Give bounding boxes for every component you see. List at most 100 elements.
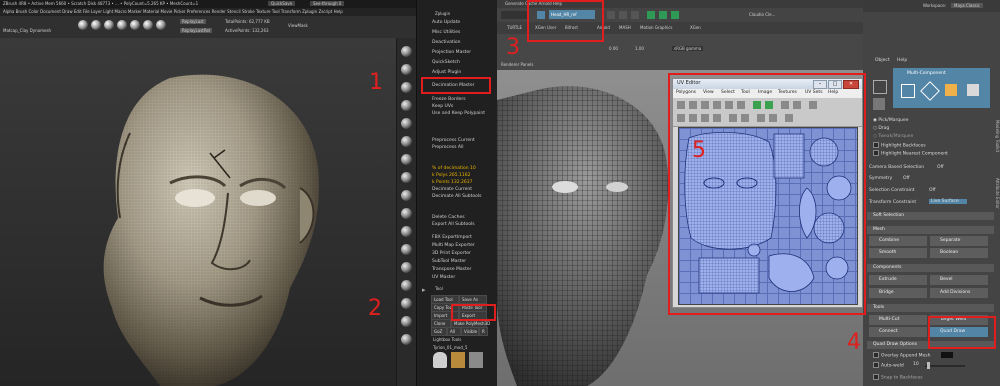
- plugin-item[interactable]: Delete Caches: [432, 215, 465, 220]
- aahalf-icon[interactable]: [401, 100, 412, 111]
- mode-set-dropdown[interactable]: Modeling: [501, 11, 529, 27]
- zplugin-header[interactable]: Zplugin: [435, 11, 450, 16]
- shelf-tab-xgen[interactable]: XGen: [690, 25, 701, 30]
- plugin-item[interactable]: FBX ExportImport: [432, 235, 472, 240]
- xyz-icon[interactable]: [401, 172, 412, 183]
- drag-option[interactable]: ○ Drag: [873, 126, 889, 131]
- snap-backfaces-checkbox[interactable]: Snap to Backfaces: [873, 374, 923, 381]
- plugin-item[interactable]: Multi Map Exporter: [432, 243, 475, 248]
- plugin-item[interactable]: Transpose Master: [432, 267, 471, 272]
- scale-icon[interactable]: [401, 226, 412, 237]
- transp-icon[interactable]: [401, 280, 412, 291]
- frame-icon[interactable]: [401, 190, 412, 201]
- auto-weld-slider-handle[interactable]: [927, 362, 930, 369]
- plugin-item[interactable]: Projection Master: [432, 50, 471, 55]
- see-through-slider[interactable]: See-through 0: [310, 1, 345, 6]
- shelf-tab-motion-graphics[interactable]: Motion Graphics: [640, 25, 673, 30]
- add-divisions-button[interactable]: Add Divisions: [930, 288, 988, 298]
- soft-selection-section[interactable]: Soft Selection: [867, 212, 994, 220]
- material-sphere-icon[interactable]: [156, 20, 166, 30]
- snap-curve-icon[interactable]: [619, 11, 627, 19]
- plugin-item[interactable]: Freeze Borders: [432, 97, 466, 102]
- solo-icon[interactable]: [401, 298, 412, 309]
- r-button[interactable]: R: [479, 327, 488, 336]
- plugin-item[interactable]: k Points 132.2637: [432, 180, 472, 185]
- tools-section[interactable]: Tools: [867, 304, 994, 312]
- shelf-tab-mash[interactable]: MASH: [619, 25, 631, 30]
- plugin-item[interactable]: Misc Utilities: [432, 30, 460, 35]
- overlay-color-swatch[interactable]: [941, 352, 953, 358]
- side-tab-modeling-toolkit[interactable]: Modeling Toolkit: [991, 120, 1000, 152]
- mesh-section[interactable]: Mesh: [867, 226, 994, 234]
- tool-thumbnail-simple-brush-icon[interactable]: [469, 352, 483, 368]
- auto-weld-value[interactable]: 10: [913, 362, 919, 367]
- ghost-icon[interactable]: [401, 316, 412, 327]
- plugin-item[interactable]: QuickSketch: [432, 60, 460, 65]
- render-settings-icon[interactable]: [671, 11, 679, 19]
- menu-object[interactable]: Object: [875, 58, 890, 63]
- object-mode-icon[interactable]: [873, 80, 887, 94]
- material-sphere-icon[interactable]: [78, 20, 88, 30]
- zbrush-menu-items[interactable]: Alpha Brush Color Document Draw Edit Fil…: [3, 9, 343, 14]
- plugin-item[interactable]: Use and Keep Polypaint: [432, 111, 485, 116]
- floor-icon[interactable]: [401, 136, 412, 147]
- color-space-dropdown[interactable]: sRGB gamma: [672, 46, 704, 51]
- plugin-item[interactable]: Decimate Current: [432, 187, 472, 192]
- smooth-button[interactable]: Smooth: [869, 248, 927, 258]
- material-sphere-icon[interactable]: [130, 20, 140, 30]
- material-sphere-icon[interactable]: [117, 20, 127, 30]
- overlay-append-checkbox[interactable]: Overlay Append Mesh: [873, 352, 930, 359]
- snap-point-icon[interactable]: [631, 11, 639, 19]
- goz-button[interactable]: GoZ: [431, 327, 447, 336]
- bridge-button[interactable]: Bridge: [869, 288, 927, 298]
- plugin-item[interactable]: Export All Subtools: [432, 222, 475, 227]
- plugin-item[interactable]: Keep UVs: [432, 104, 453, 109]
- face-mode-icon[interactable]: [945, 84, 957, 96]
- boolean-button[interactable]: Boolean: [930, 248, 988, 258]
- shelf-tab-turtle[interactable]: TURTLE: [507, 25, 522, 30]
- uv-mode-icon[interactable]: [967, 84, 979, 96]
- quicksave-button[interactable]: QuickSave: [268, 1, 296, 6]
- zoom-icon[interactable]: [401, 64, 412, 75]
- selection-constraint-value[interactable]: Off: [929, 188, 936, 193]
- plugin-item[interactable]: 3D Print Exporter: [432, 251, 471, 256]
- vertex-mode-icon[interactable]: [901, 84, 915, 98]
- auto-weld-checkbox[interactable]: Auto-weld: [873, 362, 904, 369]
- plugin-item[interactable]: SubTool Master: [432, 259, 466, 264]
- vp-value-1[interactable]: 0.00: [609, 46, 618, 51]
- material-sphere-icon[interactable]: [143, 20, 153, 30]
- lightbox-tools-label[interactable]: Lightbox Tools: [433, 337, 461, 342]
- menu-help[interactable]: Help: [897, 58, 907, 63]
- object-select-icon[interactable]: [873, 98, 885, 110]
- camera-based-selection-value[interactable]: Off: [937, 165, 944, 170]
- viewmask-button[interactable]: ViewMask: [288, 23, 308, 28]
- xpose-icon[interactable]: [401, 334, 412, 345]
- scroll-icon[interactable]: [401, 46, 412, 57]
- collapse-icon[interactable]: ▸: [422, 286, 426, 294]
- multi-cut-button[interactable]: Multi-Cut: [869, 315, 927, 325]
- persp-icon[interactable]: [401, 118, 412, 129]
- replay-last-rel-button[interactable]: ReplayLastRel: [180, 28, 213, 33]
- plugin-item[interactable]: Decimate All Subtools: [432, 194, 482, 199]
- local-icon[interactable]: [401, 154, 412, 165]
- auto-weld-slider[interactable]: [925, 365, 965, 367]
- transform-constraint-value[interactable]: Live Surface: [929, 199, 967, 204]
- multi-component-panel[interactable]: Multi-Component: [893, 68, 990, 108]
- plugin-item[interactable]: Deactivation: [432, 40, 461, 45]
- zbrush-canvas[interactable]: [0, 38, 396, 386]
- combine-button[interactable]: Combine: [869, 236, 927, 246]
- polyf-icon[interactable]: [401, 262, 412, 273]
- extrude-button[interactable]: Extrude: [869, 275, 927, 285]
- vp-value-2[interactable]: 1.00: [635, 46, 644, 51]
- highlight-backfaces-checkbox[interactable]: Highlight Backfaces: [873, 142, 926, 149]
- workspace-dropdown[interactable]: Maya Classic: [951, 3, 983, 8]
- plugin-item[interactable]: Auto Update: [432, 20, 460, 25]
- tool-thumbnail-head-icon[interactable]: [433, 352, 447, 368]
- highlight-nearest-checkbox[interactable]: Highlight Nearest Component: [873, 150, 948, 157]
- all-button[interactable]: All: [447, 327, 461, 336]
- material-sphere-icon[interactable]: [91, 20, 101, 30]
- rotate-icon[interactable]: [401, 244, 412, 255]
- render-icon[interactable]: [647, 11, 655, 19]
- plugin-item[interactable]: Preprocess Current: [432, 138, 475, 143]
- tool-thumbnail-polymesh-icon[interactable]: [451, 352, 465, 368]
